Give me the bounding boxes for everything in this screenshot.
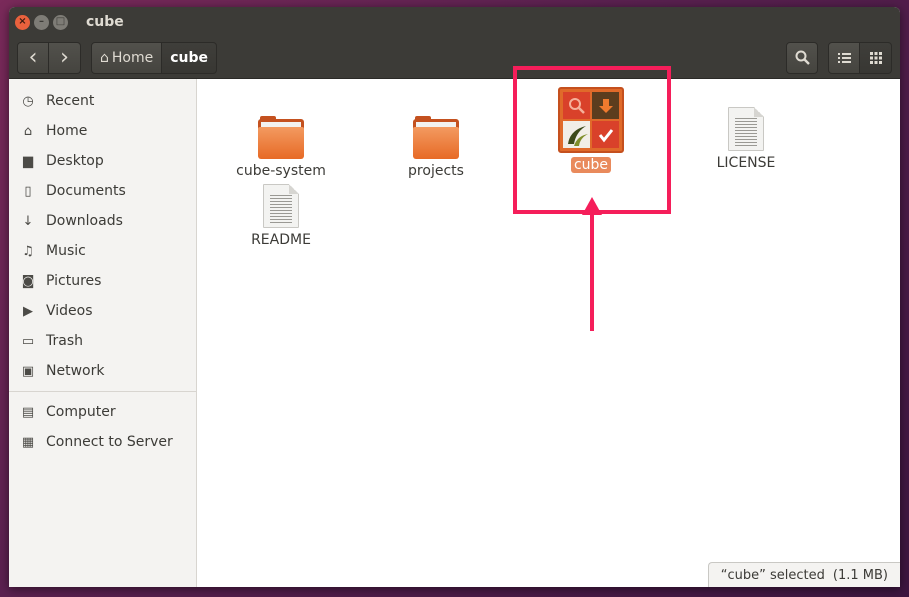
sidebar-item-label: Home <box>46 123 88 139</box>
file-item-projects[interactable]: projects <box>381 115 491 179</box>
text-file-icon <box>728 107 764 151</box>
folder-icon <box>413 116 459 159</box>
sidebar-item-label: Pictures <box>46 273 102 289</box>
search-button[interactable] <box>786 41 818 74</box>
file-manager-window: × – □ cube ‹ › ⌂ Home cube ◷ Recent ⌂ Ho… <box>9 7 900 587</box>
file-item-license[interactable]: LICENSE <box>691 107 801 171</box>
sidebar-item-videos[interactable]: ▶ Videos <box>9 296 196 326</box>
sidebar-item-label: Desktop <box>46 153 104 169</box>
file-label: README <box>251 232 311 248</box>
text-file-icon <box>263 184 299 228</box>
video-icon: ▶ <box>23 303 33 319</box>
file-item-readme[interactable]: README <box>226 184 336 248</box>
grid-icon <box>869 51 882 64</box>
grid-view-button[interactable] <box>860 41 892 74</box>
status-selected-text: “cube” selected <box>720 567 825 583</box>
download-icon: ↓ <box>22 213 34 229</box>
file-label: cube-system <box>236 163 326 179</box>
file-label: projects <box>408 163 464 179</box>
sidebar-item-pictures[interactable]: ◙ Pictures <box>9 266 196 296</box>
sidebar-item-label: Network <box>46 363 105 379</box>
sidebar-item-computer[interactable]: ▤ Computer <box>9 397 196 427</box>
computer-icon: ▤ <box>21 404 35 420</box>
chevron-right-icon: › <box>60 45 69 70</box>
trash-icon: ▭ <box>21 333 35 349</box>
sidebar-item-trash[interactable]: ▭ Trash <box>9 326 196 356</box>
sidebar-item-label: Downloads <box>46 213 123 229</box>
window-title: cube <box>86 14 124 30</box>
file-view: cube-system projects cube LICENSE README… <box>197 66 900 587</box>
list-view-button[interactable] <box>828 41 860 74</box>
camera-icon: ◙ <box>21 273 35 289</box>
file-label: LICENSE <box>716 155 776 171</box>
music-icon: ♫ <box>22 243 34 259</box>
server-icon: ▦ <box>21 434 35 450</box>
breadcrumb-home-label: Home <box>111 49 154 66</box>
sidebar-item-label: Computer <box>46 404 116 420</box>
forward-button[interactable]: › <box>49 41 81 74</box>
annotation-arrow <box>590 213 594 331</box>
home-icon: ⌂ <box>100 49 109 66</box>
toolbar: ‹ › ⌂ Home cube <box>9 37 900 79</box>
close-window-button[interactable]: × <box>15 14 30 30</box>
sidebar-item-label: Music <box>46 243 86 259</box>
clock-icon: ◷ <box>22 93 34 109</box>
maximize-window-button[interactable]: □ <box>53 14 68 30</box>
sidebar-item-music[interactable]: ♫ Music <box>9 236 196 266</box>
title-bar: × – □ cube <box>9 7 900 37</box>
sidebar-item-recent[interactable]: ◷ Recent <box>9 86 196 116</box>
sidebar-item-label: Documents <box>46 183 126 199</box>
folder-icon <box>258 116 304 159</box>
nav-buttons: ‹ › <box>17 41 81 74</box>
sidebar: ◷ Recent ⌂ Home ▆ Desktop ▯ Documents ↓ Downl… <box>9 79 197 587</box>
sidebar-item-connect-to-server[interactable]: ▦ Connect to Server <box>9 427 196 457</box>
sidebar-item-home[interactable]: ⌂ Home <box>9 116 196 146</box>
folder-icon: ▆ <box>23 153 33 169</box>
list-icon <box>837 52 851 63</box>
document-icon: ▯ <box>24 183 32 199</box>
status-size-text: (1.1 MB) <box>832 567 888 583</box>
minimize-window-button[interactable]: – <box>34 14 49 30</box>
breadcrumb-home[interactable]: ⌂ Home <box>91 41 163 74</box>
status-bar: “cube” selected (1.1 MB) <box>707 562 900 587</box>
sidebar-item-label: Connect to Server <box>46 434 173 450</box>
sidebar-item-label: Trash <box>46 333 83 349</box>
sidebar-item-label: Recent <box>46 93 95 109</box>
breadcrumb-cube[interactable]: cube <box>162 41 218 74</box>
sidebar-item-desktop[interactable]: ▆ Desktop <box>9 146 196 176</box>
sidebar-item-label: Videos <box>46 303 93 319</box>
network-icon: ▣ <box>21 363 35 379</box>
breadcrumb-cube-label: cube <box>170 49 209 66</box>
sidebar-divider <box>9 391 196 392</box>
search-icon <box>795 50 810 65</box>
home-icon: ⌂ <box>23 123 33 139</box>
sidebar-item-downloads[interactable]: ↓ Downloads <box>9 206 196 236</box>
view-buttons <box>828 41 892 74</box>
annotation-highlight-box <box>513 66 671 214</box>
back-button[interactable]: ‹ <box>17 41 49 74</box>
file-item-cube-system[interactable]: cube-system <box>226 115 336 179</box>
sidebar-item-network[interactable]: ▣ Network <box>9 356 196 386</box>
breadcrumb: ⌂ Home cube <box>91 41 218 74</box>
chevron-left-icon: ‹ <box>28 45 38 70</box>
sidebar-item-documents[interactable]: ▯ Documents <box>9 176 196 206</box>
